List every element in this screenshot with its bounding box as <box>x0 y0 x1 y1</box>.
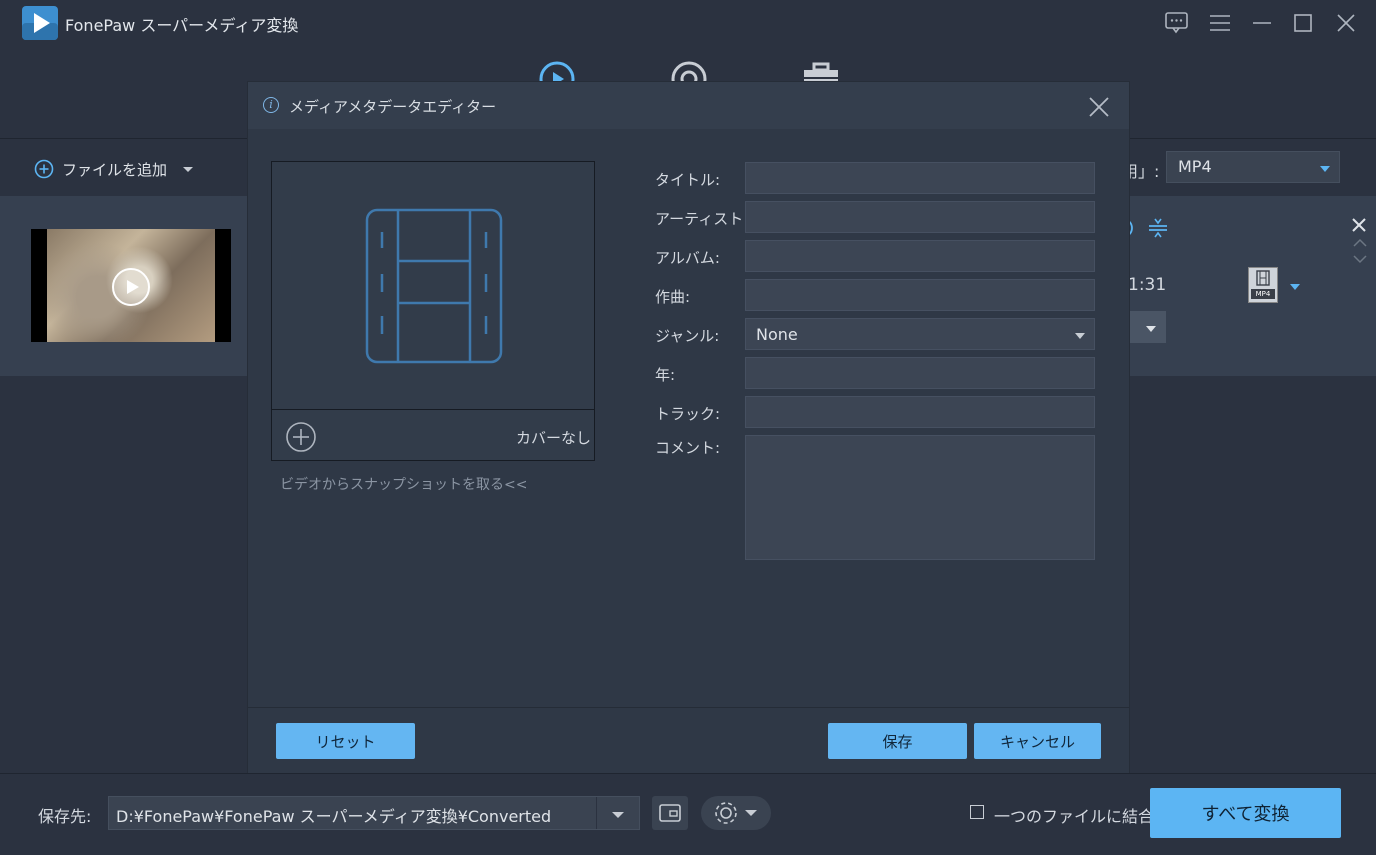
open-folder-button[interactable] <box>652 796 688 830</box>
add-file-button[interactable]: ファイルを追加 <box>34 156 195 182</box>
comment-textarea[interactable] <box>745 435 1095 560</box>
remove-file-icon[interactable] <box>1350 216 1368 238</box>
play-icon[interactable] <box>112 268 150 306</box>
compress-icon[interactable] <box>1146 216 1170 244</box>
title-label: タイトル: <box>655 171 721 189</box>
save-path-value: D:¥FonePaw¥FonePaw スーパーメディア変換¥Converted <box>116 807 552 826</box>
output-format-value: MP4 <box>1178 157 1212 176</box>
converter-tab-icon[interactable] <box>538 60 576 82</box>
merge-checkbox[interactable] <box>970 805 984 819</box>
add-circle-icon <box>34 159 54 179</box>
save-location-label: 保存先: <box>38 807 92 826</box>
info-icon: i <box>263 97 279 113</box>
format-badge-dropdown-icon[interactable] <box>1288 280 1302 296</box>
menu-icon[interactable] <box>1207 10 1233 36</box>
cover-status: カバーなし <box>516 429 592 447</box>
chevron-down-icon[interactable] <box>181 164 195 174</box>
artist-label: アーティスト: <box>655 210 749 228</box>
format-dropdown-icon[interactable] <box>1318 162 1332 178</box>
cover-preview <box>271 161 595 461</box>
genre-value: None <box>756 325 798 344</box>
move-down-icon[interactable] <box>1352 252 1368 268</box>
folder-icon <box>659 804 681 822</box>
reset-button[interactable]: リセット <box>276 723 415 759</box>
cancel-button[interactable]: キャンセル <box>974 723 1101 759</box>
gear-icon <box>715 802 737 824</box>
film-icon <box>1256 270 1270 286</box>
output-duration: 1:31 <box>1128 275 1167 295</box>
dialog-title: メディアメタデータエディター <box>289 98 497 116</box>
snapshot-link[interactable]: ビデオからスナップショットを取る<< <box>280 474 527 494</box>
format-badge-label: MP4 <box>1251 289 1275 299</box>
album-input[interactable] <box>745 240 1095 272</box>
save-path-divider <box>596 797 597 829</box>
app-logo-icon <box>22 6 58 40</box>
year-label: 年: <box>655 366 676 384</box>
track-input[interactable] <box>745 396 1095 428</box>
add-file-label: ファイルを追加 <box>62 160 168 179</box>
option-dropdown-icon[interactable] <box>1144 322 1158 338</box>
composer-input[interactable] <box>745 279 1095 311</box>
move-up-icon[interactable] <box>1352 236 1368 252</box>
dialog-close-icon[interactable] <box>1087 95 1111 119</box>
year-input[interactable] <box>745 357 1095 389</box>
add-circle-icon <box>286 422 316 452</box>
save-button[interactable]: 保存 <box>828 723 967 759</box>
album-label: アルバム: <box>655 249 720 267</box>
maximize-icon[interactable] <box>1290 10 1316 36</box>
track-label: トラック: <box>655 405 721 423</box>
convert-all-button[interactable]: すべて変換 <box>1150 788 1341 838</box>
film-placeholder-icon <box>365 208 503 364</box>
recorder-tab-icon[interactable] <box>670 60 708 82</box>
composer-label: 作曲: <box>655 288 691 306</box>
save-path-dropdown-icon[interactable] <box>610 808 626 824</box>
genre-label: ジャンル: <box>655 327 720 345</box>
minimize-icon[interactable] <box>1249 10 1275 36</box>
close-window-icon[interactable] <box>1333 10 1359 36</box>
add-cover-button[interactable] <box>285 421 317 453</box>
title-input[interactable] <box>745 162 1095 194</box>
genre-dropdown-icon[interactable] <box>1073 329 1087 345</box>
merge-label: 一つのファイルに結合 <box>994 807 1155 826</box>
feedback-icon[interactable] <box>1164 10 1190 36</box>
toolbox-tab-icon[interactable] <box>802 62 840 82</box>
artist-input[interactable] <box>745 201 1095 233</box>
app-title: FonePaw スーパーメディア変換 <box>65 16 299 35</box>
cover-divider <box>272 409 594 410</box>
settings-button[interactable] <box>701 796 771 830</box>
comment-label: コメント: <box>655 439 721 457</box>
